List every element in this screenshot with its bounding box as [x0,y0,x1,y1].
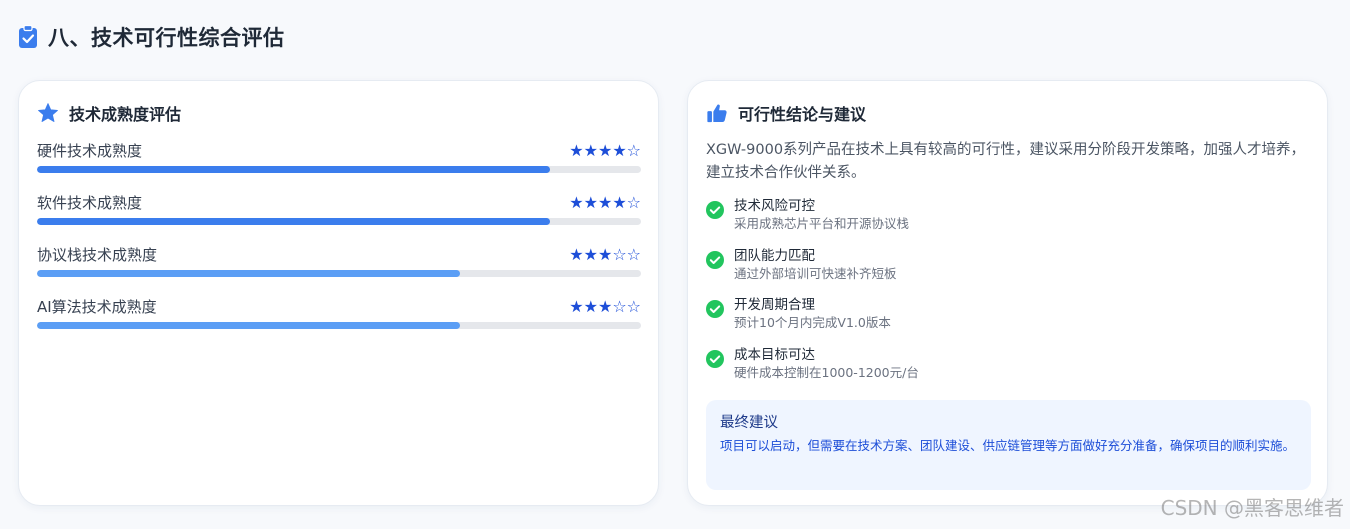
maturity-card: 技术成熟度评估 硬件技术成熟度 ★★★★☆ 软件技术成熟度 ★★★★☆ 协议栈技… [18,80,659,506]
conclusion-card-title: 可行性结论与建议 [738,105,867,124]
final-recommendation-text: 项目可以启动，但需要在技术方案、团队建设、供应链管理等方面做好充分准备，确保项目… [720,438,1296,453]
maturity-list: 硬件技术成熟度 ★★★★☆ 软件技术成熟度 ★★★★☆ 协议栈技术成熟度 ★★★… [37,139,641,347]
progress-track [37,322,641,329]
check-title: 技术风险可控 [734,198,815,214]
maturity-card-heading: 技术成熟度评估 [37,101,181,125]
check-item-cost: 成本目标可达 硬件成本控制在1000-1200元/台 [706,346,1306,396]
check-item-team: 团队能力匹配 通过外部培训可快速补齐短板 [706,247,1306,297]
progress-track [37,166,641,173]
page: 八、技术可行性综合评估 技术成熟度评估 硬件技术成熟度 ★★★★☆ 软件技术成熟… [0,0,1350,529]
maturity-label: 软件技术成熟度 [37,193,143,212]
check-desc: 硬件成本控制在1000-1200元/台 [734,364,919,380]
progress-fill [37,218,551,225]
watermark: CSDN @黑客思维者 [1160,496,1344,520]
maturity-item-protocol: 协议栈技术成熟度 ★★★☆☆ [37,243,641,295]
star-rating: ★★★★☆ [569,140,641,160]
check-item-risk: 技术风险可控 采用成熟芯片平台和开源协议栈 [706,197,1306,247]
final-recommendation: 最终建议 项目可以启动，但需要在技术方案、团队建设、供应链管理等方面做好充分准备… [706,400,1311,490]
maturity-card-title: 技术成熟度评估 [69,105,182,124]
maturity-item-hardware: 硬件技术成熟度 ★★★★☆ [37,139,641,191]
check-item-schedule: 开发周期合理 预计10个月内完成V1.0版本 [706,296,1306,346]
star-rating: ★★★☆☆ [569,296,641,316]
check-title: 团队能力匹配 [734,247,815,264]
check-desc: 采用成熟芯片平台和开源协议栈 [734,216,910,231]
progress-track [37,218,641,225]
maturity-label: 协议栈技术成熟度 [37,245,158,264]
check-circle-icon [706,300,724,318]
check-title: 开发周期合理 [734,297,815,313]
conclusion-summary: XGW-9000系列产品在技术上具有较高的可行性，建议采用分阶段开发策略，加强人… [706,142,1306,181]
check-list: 技术风险可控 采用成熟芯片平台和开源协议栈 团队能力匹配 通过外部培训可快速补齐… [706,197,1306,395]
conclusion-card: 可行性结论与建议 XGW-9000系列产品在技术上具有较高的可行性，建议采用分阶… [687,80,1328,506]
star-rating: ★★★☆☆ [569,244,641,264]
maturity-item-ai: AI算法技术成熟度 ★★★☆☆ [37,295,641,347]
maturity-label: 硬件技术成熟度 [37,141,143,160]
conclusion-card-heading: 可行性结论与建议 [706,101,866,125]
final-recommendation-title: 最终建议 [720,415,778,431]
maturity-label: AI算法技术成熟度 [37,297,157,316]
progress-fill [37,322,460,329]
progress-track [37,270,641,277]
check-circle-icon [706,201,724,219]
maturity-item-software: 软件技术成熟度 ★★★★☆ [37,191,641,243]
check-circle-icon [706,349,724,368]
clipboard-check-icon [18,24,38,49]
check-desc: 预计10个月内完成V1.0版本 [734,315,891,330]
progress-fill [37,270,460,277]
section-header: 八、技术可行性综合评估 [18,22,285,52]
check-title: 成本目标可达 [734,346,815,363]
check-desc: 通过外部培训可快速补齐短板 [734,265,897,281]
check-circle-icon [706,250,724,269]
thumbs-up-icon [706,102,728,124]
page-title: 八、技术可行性综合评估 [48,26,285,50]
progress-fill [37,166,551,173]
star-icon [37,102,59,124]
star-rating: ★★★★☆ [569,192,641,212]
